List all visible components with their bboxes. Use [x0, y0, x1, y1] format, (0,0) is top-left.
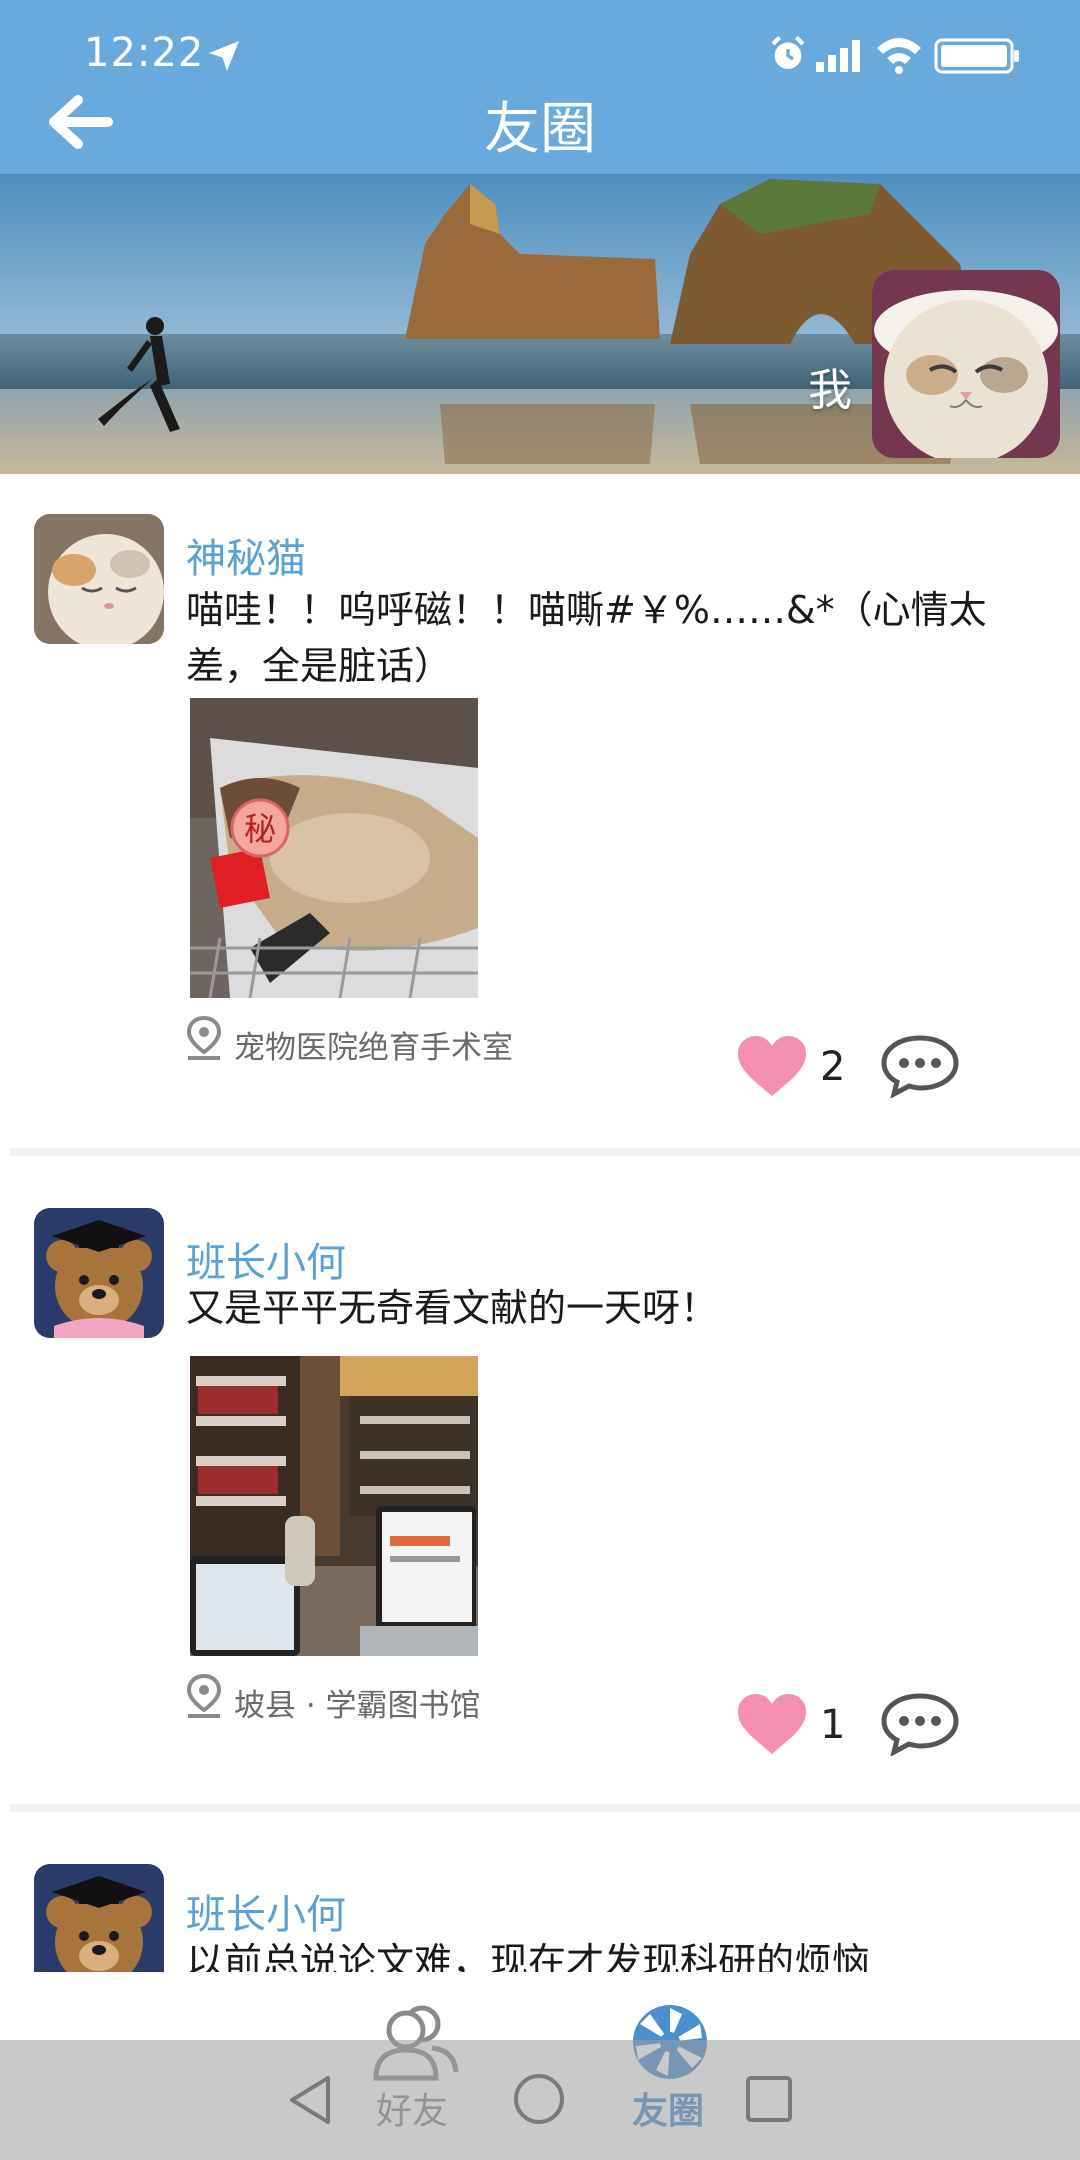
circle-home-icon: [514, 2074, 564, 2124]
like-count: 1: [820, 1702, 846, 1748]
divider: [10, 1804, 1080, 1812]
avatar[interactable]: [34, 1208, 164, 1338]
author-name[interactable]: 神秘猫: [186, 526, 306, 584]
my-avatar[interactable]: [872, 270, 1060, 458]
nav-back-button[interactable]: [286, 2074, 334, 2130]
post-text: 以前总说论文难，现在才发现科研的烦恼: [186, 1940, 871, 1972]
location-text: 坡县 · 学霸图书馆: [234, 1688, 481, 1724]
comment-icon: [881, 1693, 959, 1757]
me-label: 我: [808, 365, 852, 416]
triangle-back-icon: [290, 2076, 330, 2124]
wifi-icon: [874, 34, 924, 78]
location-text: 宠物医院绝育手术室: [234, 1030, 513, 1066]
avatar[interactable]: [34, 1864, 164, 1972]
post-photo[interactable]: [190, 1356, 478, 1656]
post-card: 神秘猫 喵哇！！呜呼磁！！喵嘶#￥%……&*（心情太差，全是脏话） 秘 宠物医院…: [0, 474, 1080, 1150]
like-button[interactable]: [736, 1034, 808, 1098]
heart-icon: [738, 1036, 806, 1096]
status-time: 12:22: [84, 30, 205, 76]
post-card: 班长小何 以前总说论文难，现在才发现科研的烦恼: [0, 1812, 1080, 1972]
signal-icon: [816, 40, 866, 76]
post-text: 喵哇！！呜呼磁！！喵嘶#￥%……&*（心情太差，全是脏话）: [186, 588, 987, 688]
photo-badge: 秘: [244, 810, 276, 848]
location-pin-icon: [186, 1015, 222, 1062]
nav-recents-button[interactable]: [744, 2074, 794, 2128]
comment-button[interactable]: [880, 1692, 960, 1757]
post-text: 又是平平无奇看文献的一天呀！: [186, 1286, 719, 1330]
comment-icon: [881, 1035, 959, 1099]
heart-icon: [738, 1694, 806, 1754]
avatar[interactable]: [34, 514, 164, 644]
location-pin-icon: [186, 1673, 222, 1720]
comment-button[interactable]: [880, 1034, 960, 1099]
page-title: 友圈: [484, 97, 596, 162]
like-count: 2: [820, 1044, 846, 1090]
post-photo[interactable]: 秘: [190, 698, 478, 998]
nav-home-button[interactable]: [512, 2072, 566, 2130]
title-bar: 12:22 友圈: [0, 0, 1080, 174]
author-name[interactable]: 班长小何: [186, 1882, 346, 1940]
post-card: 班长小何 又是平平无奇看文献的一天呀！ 坡县 · 学霸图书馆 1: [0, 1156, 1080, 1832]
location-arrow-icon: [206, 38, 242, 78]
square-recents-icon: [746, 2076, 792, 2122]
battery-icon: [934, 38, 1020, 78]
divider: [10, 1148, 1080, 1156]
like-button[interactable]: [736, 1692, 808, 1756]
alarm-icon: [768, 34, 808, 78]
